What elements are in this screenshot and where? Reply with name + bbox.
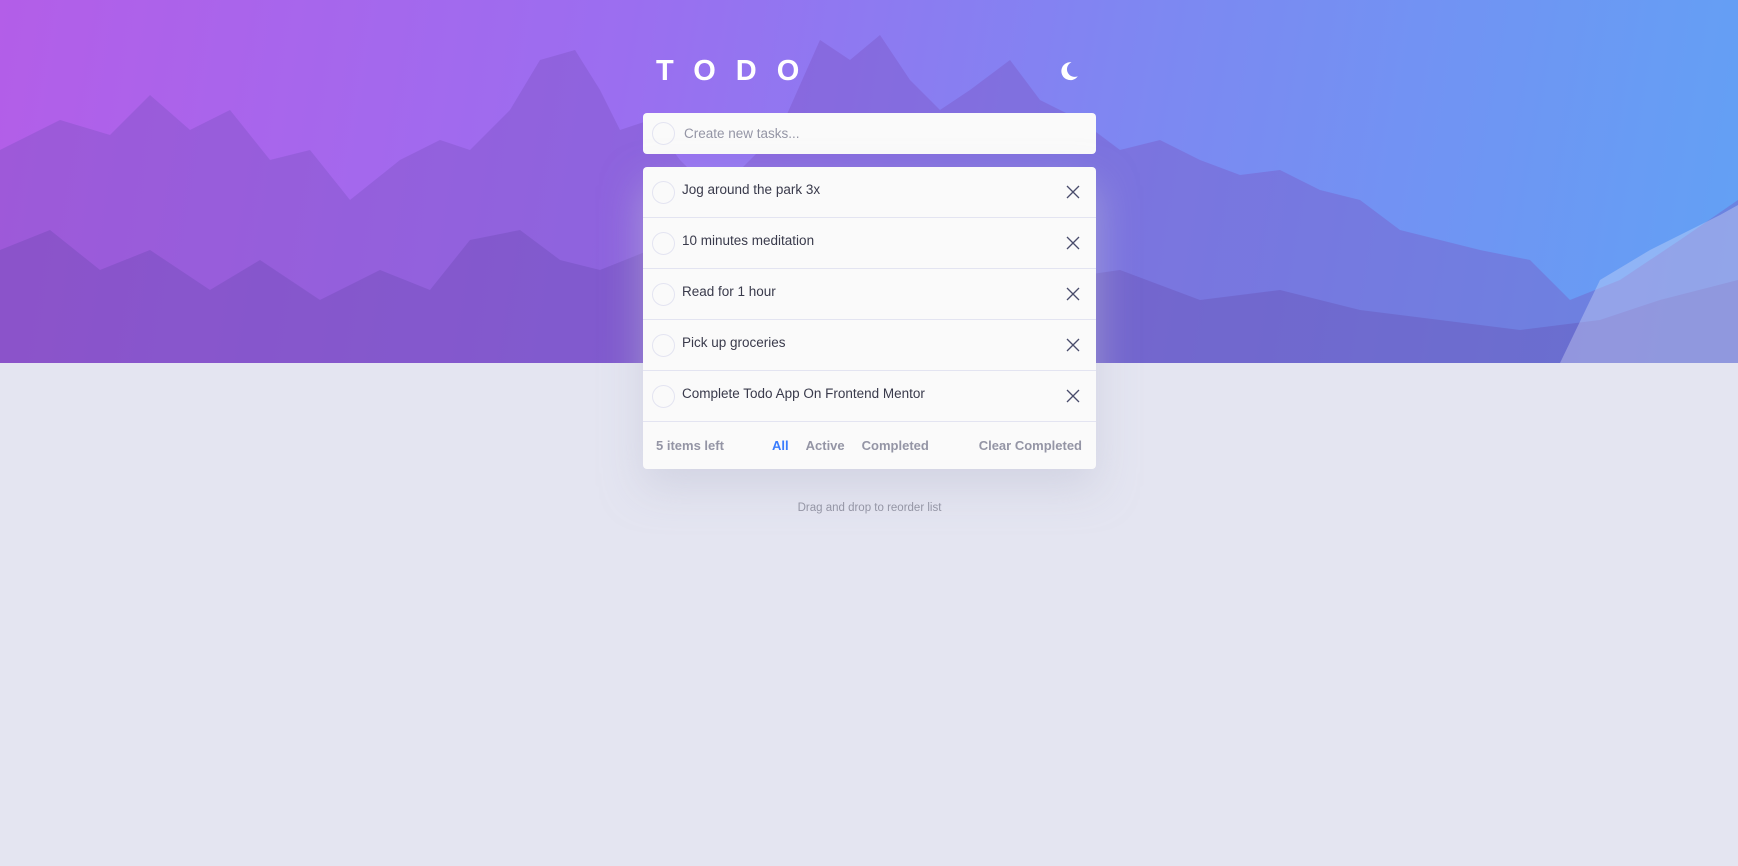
task-item[interactable]: Complete Todo App On Frontend Mentor [643, 371, 1096, 422]
task-item[interactable]: Pick up groceries [643, 320, 1096, 371]
close-icon [1066, 338, 1080, 352]
filter-active[interactable]: Active [806, 438, 845, 453]
delete-task-button[interactable] [1063, 182, 1083, 202]
delete-task-button[interactable] [1063, 335, 1083, 355]
task-item[interactable]: Jog around the park 3x [643, 167, 1096, 218]
close-icon [1066, 287, 1080, 301]
create-task-input[interactable] [684, 126, 1064, 141]
filter-tabs: All Active Completed [772, 438, 979, 453]
task-list-footer: 5 items left All Active Completed Clear … [643, 422, 1096, 469]
task-label: Complete Todo App On Frontend Mentor [682, 385, 925, 401]
close-icon [1066, 236, 1080, 250]
task-label: Read for 1 hour [682, 283, 776, 299]
close-icon [1066, 185, 1080, 199]
app-header: TODO [643, 50, 1096, 92]
delete-task-button[interactable] [1063, 233, 1083, 253]
task-check-circle[interactable] [652, 333, 675, 357]
theme-toggle-button[interactable] [1056, 58, 1082, 84]
items-left-count: 5 items left [656, 438, 724, 453]
task-check-circle[interactable] [652, 282, 675, 306]
task-item[interactable]: Read for 1 hour [643, 269, 1096, 320]
todo-app: TODO Jog around the park 3x 10 minutes m… [643, 50, 1096, 514]
task-item[interactable]: 10 minutes meditation [643, 218, 1096, 269]
filter-completed[interactable]: Completed [862, 438, 929, 453]
create-task-check-circle[interactable] [652, 122, 675, 145]
clear-completed-button[interactable]: Clear Completed [979, 438, 1082, 453]
task-check-circle[interactable] [652, 384, 675, 408]
task-label: Pick up groceries [682, 334, 786, 350]
create-task-bar [643, 113, 1096, 154]
filter-all[interactable]: All [772, 438, 789, 453]
task-label: 10 minutes meditation [682, 232, 815, 248]
task-list: Jog around the park 3x 10 minutes medita… [643, 167, 1096, 469]
task-label: Jog around the park 3x [682, 181, 821, 197]
moon-icon [1061, 62, 1078, 81]
close-icon [1066, 389, 1080, 403]
delete-task-button[interactable] [1063, 386, 1083, 406]
app-title: TODO [656, 54, 820, 87]
delete-task-button[interactable] [1063, 284, 1083, 304]
task-check-circle[interactable] [652, 231, 675, 255]
task-check-circle[interactable] [652, 180, 675, 204]
drag-drop-hint: Drag and drop to reorder list [797, 502, 942, 514]
